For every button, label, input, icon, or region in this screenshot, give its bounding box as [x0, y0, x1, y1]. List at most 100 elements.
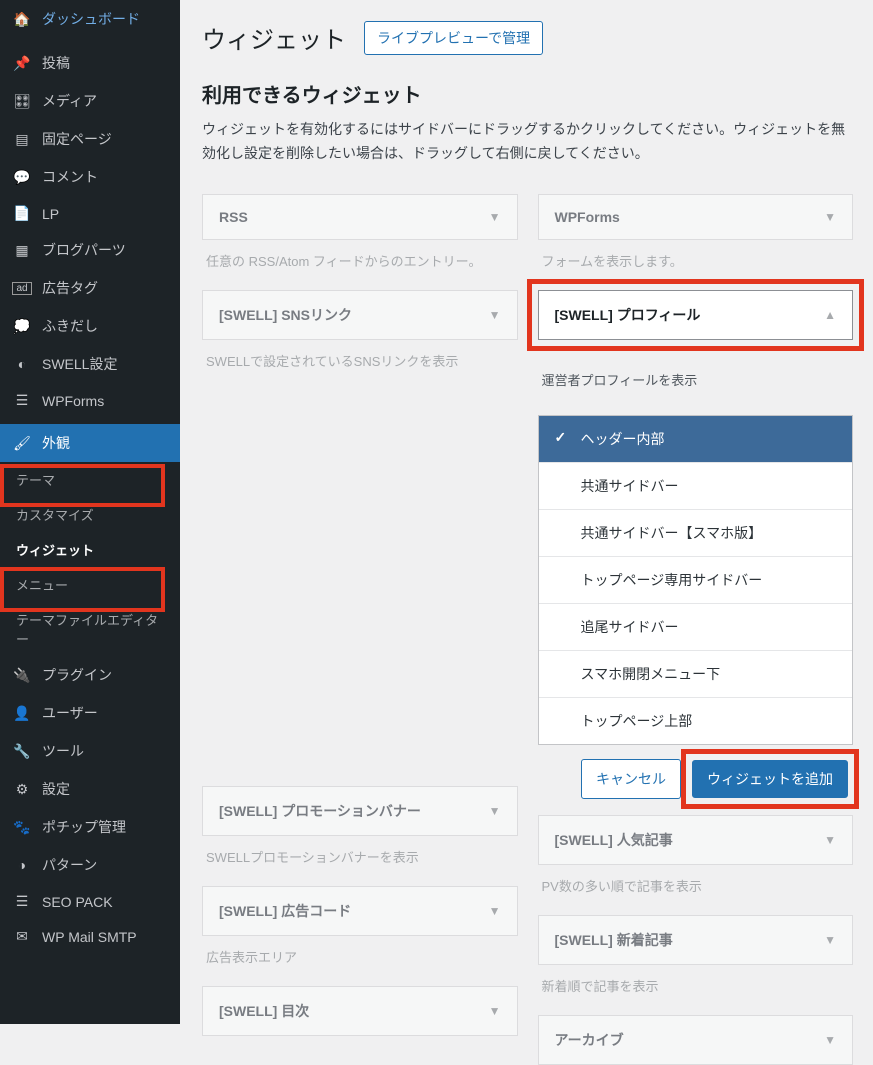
- submenu-menus[interactable]: メニュー: [0, 567, 180, 602]
- menu-seopack[interactable]: ☰ SEO PACK: [0, 884, 180, 919]
- ad-icon: ad: [12, 282, 32, 295]
- widget-rss[interactable]: RSS▼: [202, 194, 518, 240]
- widget-toc[interactable]: [SWELL] 目次▼: [202, 986, 518, 1036]
- menu-plugins[interactable]: 🔌 プラグイン: [0, 656, 180, 694]
- menu-lp[interactable]: 📄 LP: [0, 196, 180, 231]
- menu-label: 広告タグ: [42, 278, 98, 298]
- area-option-sidebar-sp[interactable]: 共通サイドバー【スマホ版】: [539, 510, 853, 557]
- menu-label: 固定ページ: [42, 129, 112, 149]
- menu-swell[interactable]: ◐SWELL設定: [0, 345, 180, 383]
- chevron-down-icon: ▼: [824, 833, 836, 847]
- chevron-down-icon: ▼: [489, 804, 501, 818]
- widget-desc: PV数の多い順で記事を表示: [538, 865, 854, 915]
- menu-appearance[interactable]: 🖌 外観: [0, 424, 180, 462]
- menu-comments[interactable]: 💬コメント: [0, 158, 180, 196]
- menu-label: メディア: [42, 91, 97, 111]
- chevron-down-icon: ▼: [489, 904, 501, 918]
- menu-blogparts[interactable]: ▦ブログパーツ: [0, 231, 180, 269]
- menu-label: プラグイン: [42, 665, 112, 685]
- area-option-top-sidebar[interactable]: トップページ専用サイドバー: [539, 557, 853, 604]
- page-title: ウィジェット: [202, 20, 346, 55]
- form-icon: ☰: [12, 392, 32, 409]
- paw-icon: 🐾: [12, 819, 32, 836]
- chevron-down-icon: ▼: [489, 308, 501, 322]
- menu-users[interactable]: 👤 ユーザー: [0, 694, 180, 732]
- widget-title: [SWELL] SNSリンク: [219, 305, 352, 325]
- area-option-sidebar[interactable]: 共通サイドバー: [539, 463, 853, 510]
- area-option-top-above[interactable]: トップページ上部: [539, 698, 853, 744]
- widget-profile[interactable]: [SWELL] プロフィール ▲: [538, 290, 854, 340]
- menu-label: コメント: [42, 167, 98, 187]
- widget-area-list[interactable]: ヘッダー内部 共通サイドバー 共通サイドバー【スマホ版】 トップページ専用サイド…: [538, 415, 854, 745]
- menu-wpforms[interactable]: ☰WPForms: [0, 383, 180, 418]
- widget-desc: 新着順で記事を表示: [538, 965, 854, 1015]
- menu-settings[interactable]: ⚙設定: [0, 770, 180, 808]
- menu-posts[interactable]: 📌 投稿: [0, 44, 180, 82]
- menu-smtp[interactable]: ✉WP Mail SMTP: [0, 919, 180, 954]
- chat-icon: 💭: [12, 318, 32, 335]
- widget-wpforms[interactable]: WPForms ▼: [538, 194, 854, 240]
- page-header: ウィジェット ライブプレビューで管理: [202, 20, 853, 55]
- brush-icon: 🖌: [12, 435, 32, 452]
- add-widget-button[interactable]: ウィジェットを追加: [692, 760, 848, 798]
- menu-label: WP Mail SMTP: [42, 929, 137, 945]
- widget-column-left: RSS▼ 任意の RSS/Atom フィードからのエントリー。 [SWELL] …: [202, 194, 518, 1065]
- widget-archive[interactable]: アーカイブ▼: [538, 1015, 854, 1065]
- menu-label: SEO PACK: [42, 894, 113, 910]
- submenu-theme[interactable]: テーマ: [0, 462, 180, 497]
- user-icon: 👤: [12, 705, 32, 722]
- area-option-sp-menu[interactable]: スマホ開閉メニュー下: [539, 651, 853, 698]
- menu-label: 外観: [42, 433, 70, 453]
- widget-title: WPForms: [555, 209, 620, 225]
- widget-grid: RSS▼ 任意の RSS/Atom フィードからのエントリー。 [SWELL] …: [202, 194, 853, 1065]
- menu-label: パターン: [42, 855, 97, 875]
- menu-pochipp[interactable]: 🐾 ポチップ管理: [0, 808, 180, 846]
- pin-icon: 📌: [12, 55, 32, 72]
- cancel-button[interactable]: キャンセル: [581, 759, 681, 799]
- submenu-appearance: テーマ カスタマイズ ウィジェット メニュー テーマファイルエディター: [0, 462, 180, 656]
- widget-popular[interactable]: [SWELL] 人気記事 ▼: [538, 815, 854, 865]
- submenu-editor[interactable]: テーマファイルエディター: [0, 602, 180, 656]
- menu-label: ふきだし: [42, 316, 98, 336]
- main-content: ウィジェット ライブプレビューで管理 利用できるウィジェット ウィジェットを有効…: [180, 0, 873, 1024]
- list-icon: ☰: [12, 893, 32, 910]
- file-icon: 📄: [12, 205, 32, 222]
- widget-desc: SWELLプロモーションバナーを表示: [202, 836, 518, 886]
- widget-adcode[interactable]: [SWELL] 広告コード▼: [202, 886, 518, 936]
- widget-recent[interactable]: [SWELL] 新着記事▼: [538, 915, 854, 965]
- menu-media[interactable]: 🎛 メディア: [0, 82, 180, 120]
- widget-actions: キャンセル ウィジェットを追加: [538, 759, 854, 799]
- submenu-customize[interactable]: カスタマイズ: [0, 497, 180, 532]
- menu-fukidashi[interactable]: 💭 ふきだし: [0, 307, 180, 345]
- menu-patterns[interactable]: ◑パターン: [0, 846, 180, 884]
- menu-label: ユーザー: [42, 703, 98, 723]
- menu-label: LP: [42, 206, 59, 222]
- menu-label: 投稿: [42, 53, 70, 73]
- area-option-sticky-sidebar[interactable]: 追尾サイドバー: [539, 604, 853, 651]
- widget-title: RSS: [219, 209, 248, 225]
- menu-tools[interactable]: 🔧ツール: [0, 732, 180, 770]
- submenu-widgets[interactable]: ウィジェット: [0, 532, 180, 567]
- menu-label: ポチップ管理: [42, 817, 126, 837]
- live-preview-button[interactable]: ライブプレビューで管理: [364, 21, 543, 55]
- widget-column-right: WPForms▼ フォームを表示します。 [SWELL] プロフィール▲ 運営者…: [538, 194, 854, 1065]
- menu-dashboard[interactable]: 🏠ダッシュボード: [0, 0, 180, 38]
- chevron-down-icon: ▼: [489, 1004, 501, 1018]
- widget-promo[interactable]: [SWELL] プロモーションバナー▼: [202, 786, 518, 836]
- menu-pages[interactable]: ▤固定ページ: [0, 120, 180, 158]
- widget-title: [SWELL] プロフィール: [555, 305, 701, 325]
- menu-label: ブログパーツ: [42, 240, 126, 260]
- chevron-down-icon: ▼: [824, 933, 836, 947]
- plug-icon: 🔌: [12, 667, 32, 684]
- menu-adtag[interactable]: ad 広告タグ: [0, 269, 180, 307]
- chevron-up-icon: ▲: [824, 308, 836, 322]
- widget-sns[interactable]: [SWELL] SNSリンク ▼: [202, 290, 518, 340]
- tool-icon: 🔧: [12, 743, 32, 760]
- widget-desc: 広告表示エリア: [202, 936, 518, 986]
- widget-title: [SWELL] 人気記事: [555, 830, 673, 850]
- help-text: ウィジェットを有効化するにはサイドバーにドラッグするかクリックしてください。ウィ…: [202, 118, 853, 166]
- widget-title: アーカイブ: [555, 1030, 624, 1050]
- area-option-header[interactable]: ヘッダー内部: [539, 416, 853, 463]
- chevron-down-icon: ▼: [824, 210, 836, 224]
- media-icon: 🎛: [12, 93, 32, 110]
